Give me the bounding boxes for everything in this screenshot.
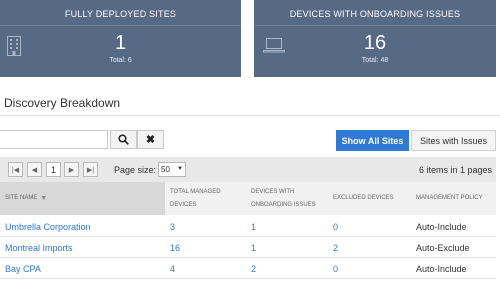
section-title: Discovery Breakdown — [4, 96, 121, 110]
card-title: FULLY DEPLOYED SITES — [64, 9, 177, 19]
chevron-down-icon: ▼ — [177, 166, 183, 172]
last-page-icon: ▶| — [86, 166, 95, 174]
table-header: SITE NAME ▼ TOTAL MANAGED DEVICES DEVICE… — [0, 182, 496, 215]
column-label: SITE NAME — [5, 195, 38, 201]
site-name-link[interactable]: Montreal Imports — [5, 243, 73, 253]
column-label: DEVICES WITH — [251, 189, 295, 195]
items-info: 6 items in 1 pages — [418, 165, 492, 175]
column-header-total-managed[interactable]: TOTAL MANAGED DEVICES — [170, 186, 221, 212]
divider — [0, 115, 500, 116]
prev-page-icon: ◀ — [31, 166, 38, 174]
onboarding-issues-card: DEVICES WITH ONBOARDING ISSUES 16 Total:… — [254, 0, 496, 77]
managed-count-link[interactable]: 3 — [170, 222, 175, 232]
first-page-button[interactable]: |◀ — [8, 162, 23, 177]
search-icon — [118, 134, 129, 145]
filter-icon[interactable]: ▼ — [40, 192, 47, 205]
excluded-count-link[interactable]: 0 — [333, 264, 338, 274]
issues-count-link[interactable]: 2 — [251, 264, 256, 274]
column-label: DEVICES — [170, 202, 197, 208]
issues-count-link[interactable]: 1 — [251, 222, 256, 232]
next-page-button[interactable]: ▶ — [64, 162, 79, 177]
pager-bar: |◀ ◀ 1 ▶ ▶| Page size: 50 ▼ 6 items in 1… — [0, 157, 496, 182]
table-row: Umbrella Corporation 3 1 0 Auto-Include — [0, 216, 496, 237]
fully-deployed-sites-card: FULLY DEPLOYED SITES 1 Total: 6 — [0, 0, 241, 77]
next-page-icon: ▶ — [68, 166, 75, 174]
card-divider — [254, 25, 496, 26]
card-divider — [0, 25, 241, 26]
tab-show-all-sites[interactable]: Show All Sites — [336, 130, 409, 151]
onboarding-issues-total: Total: 48 — [361, 57, 389, 64]
tab-sites-with-issues[interactable]: Sites with Issues — [411, 130, 496, 151]
management-policy: Auto-Include — [416, 222, 467, 232]
onboarding-issues-count: 16 — [363, 32, 387, 54]
prev-page-button[interactable]: ◀ — [27, 162, 42, 177]
column-header-excluded-devices[interactable]: EXCLUDED DEVICES — [333, 192, 394, 205]
management-policy: Auto-Include — [416, 264, 467, 274]
fully-deployed-total: Total: 6 — [109, 57, 132, 64]
site-name-link[interactable]: Bay CPA — [5, 264, 41, 274]
table-row: Bay CPA 4 2 0 Auto-Include — [0, 258, 496, 279]
column-label: ONBOARDING ISSUES — [251, 202, 316, 208]
page-size-select[interactable]: 50 ▼ — [158, 162, 186, 177]
issues-count-link[interactable]: 1 — [251, 243, 256, 253]
managed-count-link[interactable]: 16 — [170, 243, 180, 253]
column-label: EXCLUDED DEVICES — [333, 195, 394, 201]
table-row: Montreal Imports 16 1 2 Auto-Exclude — [0, 237, 496, 258]
clear-button[interactable]: ✖ — [137, 130, 164, 149]
close-icon: ✖ — [145, 134, 156, 146]
search-button[interactable] — [110, 130, 137, 149]
first-page-icon: |◀ — [11, 166, 20, 174]
page-size-label: Page size: — [114, 165, 157, 175]
excluded-count-link[interactable]: 0 — [333, 222, 338, 232]
card-title: DEVICES WITH ONBOARDING ISSUES — [289, 9, 461, 19]
fully-deployed-count: 1 — [114, 32, 127, 54]
excluded-count-link[interactable]: 2 — [333, 243, 338, 253]
search-input[interactable] — [0, 130, 108, 149]
column-header-site-name[interactable]: SITE NAME ▼ — [0, 182, 165, 215]
managed-count-link[interactable]: 4 — [170, 264, 175, 274]
site-name-link[interactable]: Umbrella Corporation — [5, 222, 91, 232]
column-header-management-policy[interactable]: MANAGEMENT POLICY — [416, 192, 483, 205]
column-header-onboarding-issues[interactable]: DEVICES WITH ONBOARDING ISSUES — [251, 186, 316, 212]
column-label: TOTAL MANAGED — [170, 189, 221, 195]
column-label: MANAGEMENT POLICY — [416, 195, 483, 201]
page-size-value: 50 — [161, 165, 170, 174]
current-page-button[interactable]: 1 — [46, 162, 61, 177]
management-policy: Auto-Exclude — [416, 243, 470, 253]
last-page-button[interactable]: ▶| — [83, 162, 98, 177]
